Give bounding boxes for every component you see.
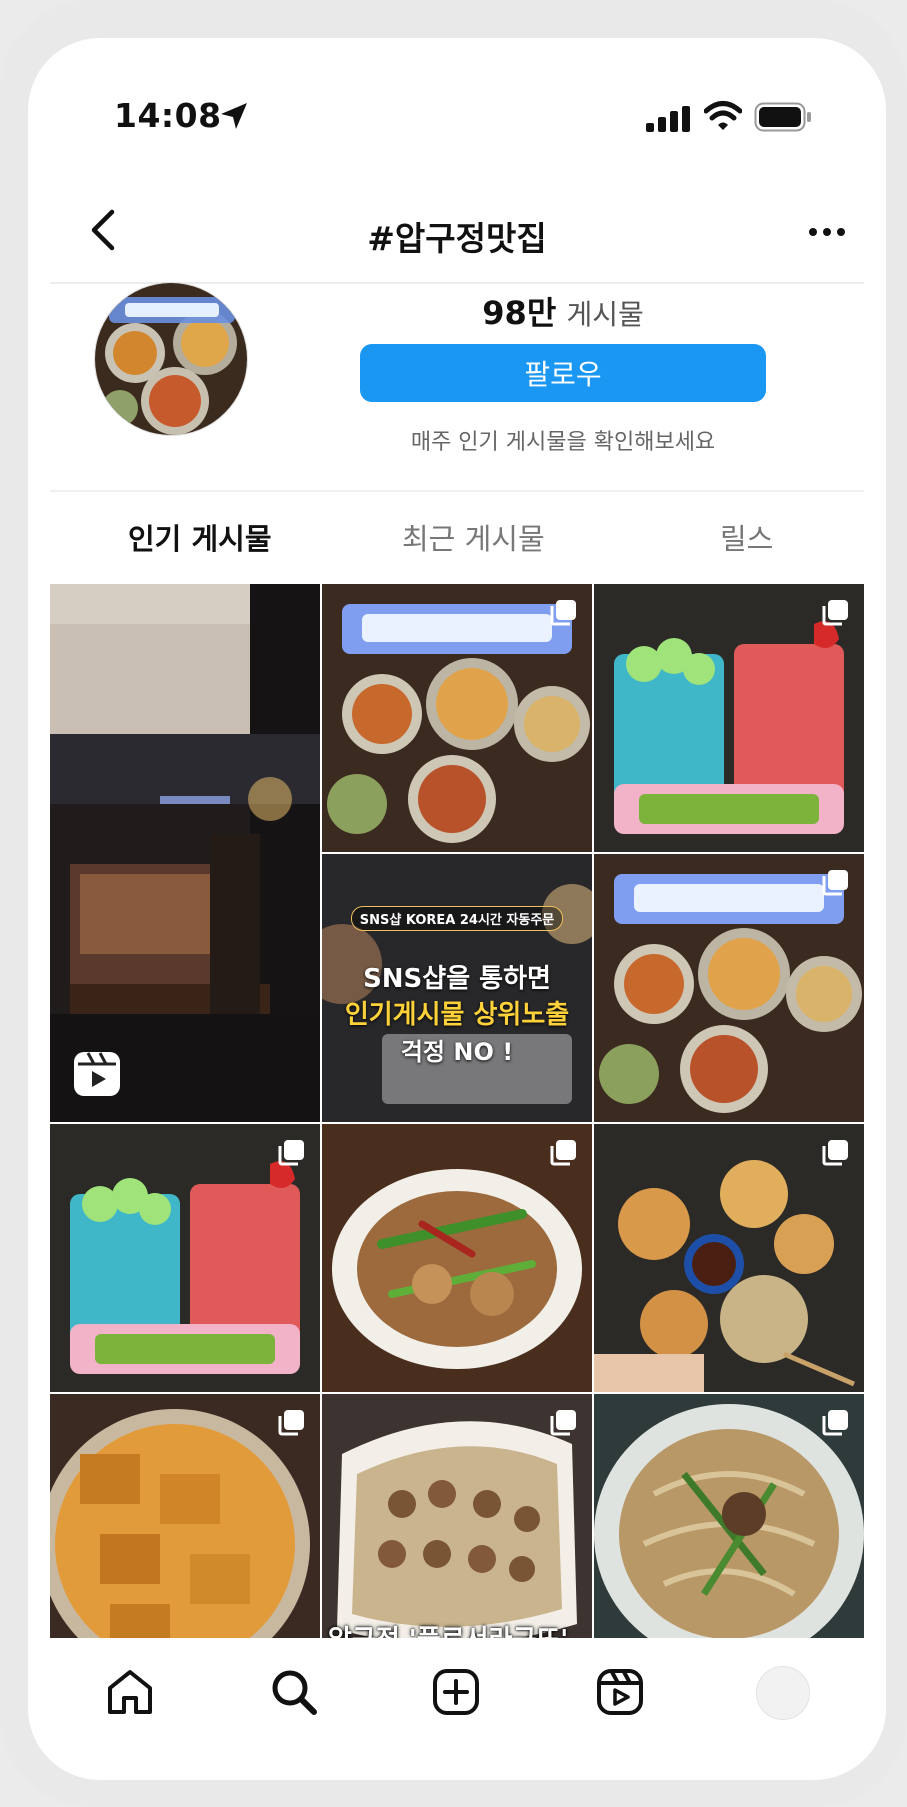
reels-icon[interactable] <box>594 1666 646 1718</box>
post-tile-multi[interactable] <box>594 584 864 852</box>
cellular-signal-icon <box>646 106 690 132</box>
follow-button[interactable]: 팔로우 <box>360 344 766 402</box>
tab-top-posts[interactable]: 인기 게시물 <box>128 516 272 558</box>
ad-line-2: 인기게시물 상위노출 <box>344 1000 570 1030</box>
ad-badge: SNS샵 KOREA 24시간 자동주문 <box>322 906 592 931</box>
post-tile-multi[interactable] <box>322 584 592 852</box>
location-arrow-icon <box>221 103 247 129</box>
post-tile-multi[interactable] <box>594 1124 864 1392</box>
multiple-photos-icon <box>278 1140 304 1166</box>
multiple-photos-icon <box>822 600 848 626</box>
storefront-image <box>50 584 320 1122</box>
hashtag-avatar <box>94 282 248 436</box>
post-tile-multi[interactable]: 압구정 '플르서라구뜨' <box>322 1394 592 1662</box>
post-tile-multi[interactable] <box>594 1394 864 1662</box>
bottom-navigation <box>28 1638 886 1748</box>
page-header: #압구정맛집 <box>50 168 864 284</box>
ad-line-1: SNS샵을 통하면 <box>363 964 551 994</box>
multiple-photos-icon <box>822 1140 848 1166</box>
post-tabs: 인기 게시물 최근 게시물 릴스 <box>50 490 864 584</box>
battery-icon <box>754 102 811 132</box>
ad-line-3: 걱정 NO ! <box>400 1038 514 1066</box>
page-title: #압구정맛집 <box>367 219 547 258</box>
post-tile-multi[interactable] <box>594 854 864 1122</box>
tab-recent-posts[interactable]: 최근 게시물 <box>402 516 545 558</box>
post-grid: SNS샵 KOREA 24시간 자동주문 SNS샵을 통하면 인기게시물 상위노… <box>50 584 864 1662</box>
create-icon[interactable] <box>430 1666 482 1718</box>
reel-icon <box>74 1052 120 1096</box>
wifi-icon <box>704 101 742 130</box>
multiple-photos-icon <box>822 870 848 896</box>
post-count-number: 98만 <box>482 294 557 332</box>
multiple-photos-icon <box>550 600 576 626</box>
status-time: 14:08 <box>114 96 222 135</box>
home-icon[interactable] <box>104 1666 156 1718</box>
profile-avatar[interactable] <box>756 1666 810 1720</box>
tab-reels[interactable]: 릴스 <box>720 516 773 558</box>
weekly-hint: 매주 인기 게시물을 확인해보세요 <box>410 430 716 455</box>
post-count-label: 게시물 <box>566 298 644 331</box>
more-icon[interactable] <box>808 226 846 238</box>
post-tile-multi[interactable] <box>50 1394 320 1662</box>
search-icon[interactable] <box>268 1666 320 1718</box>
multiple-photos-icon <box>278 1410 304 1436</box>
device-frame: 14:08 #압구정맛집 98만 게시물 팔로우 매주 인기 게시물을 확인해보… <box>0 0 907 1807</box>
post-tile-ad[interactable]: SNS샵 KOREA 24시간 자동주문 SNS샵을 통하면 인기게시물 상위노… <box>322 854 592 1122</box>
multiple-photos-icon <box>822 1410 848 1436</box>
post-count: 98만 게시물 <box>360 288 766 334</box>
phone-screen: 14:08 #압구정맛집 98만 게시물 팔로우 매주 인기 게시물을 확인해보… <box>28 38 886 1780</box>
status-bar: 14:08 <box>28 86 886 146</box>
multiple-photos-icon <box>550 1140 576 1166</box>
post-tile-reel[interactable] <box>50 584 320 1122</box>
post-tile-multi[interactable] <box>50 1124 320 1392</box>
multiple-photos-icon <box>550 1410 576 1436</box>
post-tile-multi[interactable] <box>322 1124 592 1392</box>
